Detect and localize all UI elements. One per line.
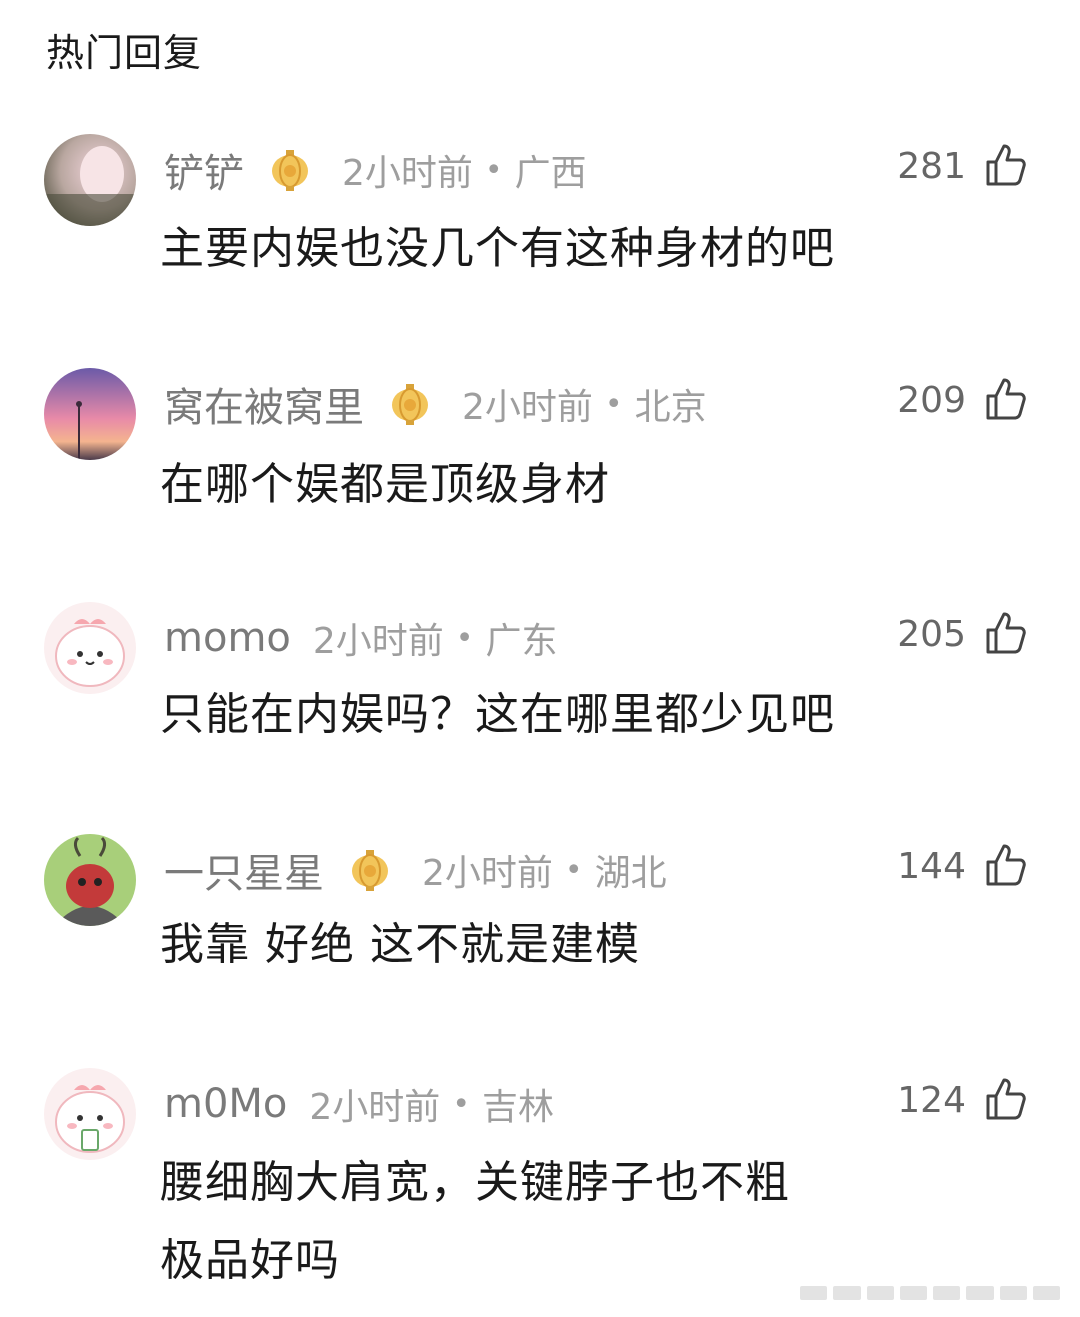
comment-text: 腰细胸大肩宽，关键脖子也不粗 极品好吗 — [160, 1157, 790, 1286]
thumbs-up-icon[interactable] — [982, 840, 1030, 888]
lantern-icon — [272, 150, 308, 191]
avatar[interactable] — [44, 834, 136, 926]
comment-text: 只能在内娱吗？这在哪里都少见吧 — [160, 689, 835, 740]
timestamp: 2小时前 — [342, 153, 473, 194]
avatar[interactable] — [44, 1068, 136, 1160]
timestamp: 2小时前 — [422, 853, 553, 894]
comment-text: 主要内娱也没几个有这种身材的吧 — [160, 223, 835, 274]
timestamp: 2小时前 — [312, 621, 444, 662]
like-count: 209 — [897, 380, 966, 421]
thumbs-up-icon[interactable] — [982, 140, 1030, 188]
avatar[interactable] — [44, 368, 136, 460]
region: 湖北 — [594, 853, 667, 894]
like-count: 205 — [897, 614, 966, 655]
thumbs-up-icon[interactable] — [982, 1074, 1030, 1122]
region: 北京 — [634, 387, 707, 428]
timestamp: 2小时前 — [309, 1087, 441, 1128]
region: 吉林 — [482, 1087, 555, 1128]
like-count: 144 — [897, 846, 966, 887]
username[interactable]: 窝在被窝里 — [164, 375, 364, 433]
thumbs-up-icon[interactable] — [982, 608, 1030, 656]
username[interactable]: 一只星星 — [164, 841, 324, 899]
separator: • — [484, 152, 503, 188]
comment-text: 我靠 好绝 这不就是建模 — [160, 919, 640, 970]
thumbs-up-icon[interactable] — [982, 374, 1030, 422]
separator: • — [604, 386, 623, 422]
comment-text: 在哪个娱都是顶级身材 — [160, 459, 610, 510]
region: 广东 — [485, 621, 558, 662]
avatar[interactable] — [44, 134, 136, 226]
section-title: 热门回复 — [46, 31, 203, 75]
timestamp: 2小时前 — [462, 387, 593, 428]
lantern-icon — [392, 384, 428, 425]
username[interactable]: 铲铲 — [164, 141, 244, 199]
avatar[interactable] — [44, 602, 136, 694]
username[interactable]: momo — [164, 615, 291, 661]
username[interactable]: m0Mo — [164, 1081, 287, 1127]
separator: • — [452, 1086, 471, 1122]
like-count: 124 — [897, 1080, 966, 1121]
lantern-icon — [352, 850, 388, 891]
region: 广西 — [514, 153, 587, 194]
separator: • — [455, 620, 474, 656]
like-count: 281 — [897, 146, 966, 187]
watermark-strip — [800, 1286, 1060, 1300]
separator: • — [564, 852, 583, 888]
